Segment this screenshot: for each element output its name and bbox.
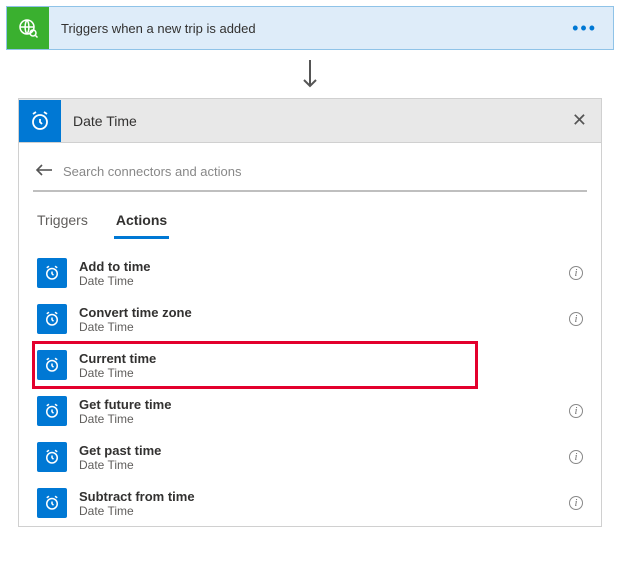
info-icon[interactable]: i [569, 312, 583, 326]
clock-icon [19, 100, 61, 142]
clock-icon [37, 258, 67, 288]
panel-body: Triggers Actions Add to time Date Time i [19, 143, 601, 526]
info-icon[interactable]: i [569, 450, 583, 464]
more-icon[interactable]: ••• [566, 18, 603, 39]
action-title: Get future time [79, 397, 557, 412]
panel-title: Date Time [73, 113, 560, 129]
action-sub: Date Time [79, 504, 557, 518]
action-title: Subtract from time [79, 489, 557, 504]
action-get-past-time[interactable]: Get past time Date Time i [33, 434, 587, 480]
action-add-to-time[interactable]: Add to time Date Time i [33, 250, 587, 296]
action-title: Current time [79, 351, 453, 366]
flow-arrow-icon [6, 58, 614, 92]
globe-search-icon [7, 7, 49, 49]
tab-triggers[interactable]: Triggers [35, 206, 90, 239]
back-arrow-icon[interactable] [35, 163, 53, 180]
panel-header: Date Time ✕ [19, 99, 601, 143]
action-sub: Date Time [79, 320, 557, 334]
trigger-title: Triggers when a new trip is added [61, 21, 554, 36]
clock-icon [37, 442, 67, 472]
action-current-time[interactable]: Current time Date Time [33, 342, 477, 388]
action-sub: Date Time [79, 274, 557, 288]
tab-actions[interactable]: Actions [114, 206, 169, 239]
clock-icon [37, 350, 67, 380]
action-text: Subtract from time Date Time [79, 489, 557, 518]
action-title: Get past time [79, 443, 557, 458]
action-list: Add to time Date Time i Convert time zon… [33, 250, 587, 526]
action-text: Get past time Date Time [79, 443, 557, 472]
action-subtract-from-time[interactable]: Subtract from time Date Time i [33, 480, 587, 526]
search-input[interactable] [63, 164, 585, 179]
info-icon[interactable]: i [569, 496, 583, 510]
action-text: Add to time Date Time [79, 259, 557, 288]
clock-icon [37, 304, 67, 334]
action-get-future-time[interactable]: Get future time Date Time i [33, 388, 587, 434]
action-picker-panel: Date Time ✕ Triggers Actions Add to time [18, 98, 602, 527]
action-convert-time-zone[interactable]: Convert time zone Date Time i [33, 296, 587, 342]
action-sub: Date Time [79, 458, 557, 472]
tabs: Triggers Actions [33, 206, 587, 240]
info-icon[interactable]: i [569, 266, 583, 280]
action-title: Add to time [79, 259, 557, 274]
action-text: Current time Date Time [79, 351, 453, 380]
action-title: Convert time zone [79, 305, 557, 320]
info-icon[interactable]: i [569, 404, 583, 418]
action-text: Convert time zone Date Time [79, 305, 557, 334]
action-sub: Date Time [79, 366, 453, 380]
close-icon[interactable]: ✕ [572, 110, 587, 131]
action-text: Get future time Date Time [79, 397, 557, 426]
search-row [33, 159, 587, 192]
trigger-card[interactable]: Triggers when a new trip is added ••• [6, 6, 614, 50]
action-sub: Date Time [79, 412, 557, 426]
clock-icon [37, 396, 67, 426]
clock-icon [37, 488, 67, 518]
